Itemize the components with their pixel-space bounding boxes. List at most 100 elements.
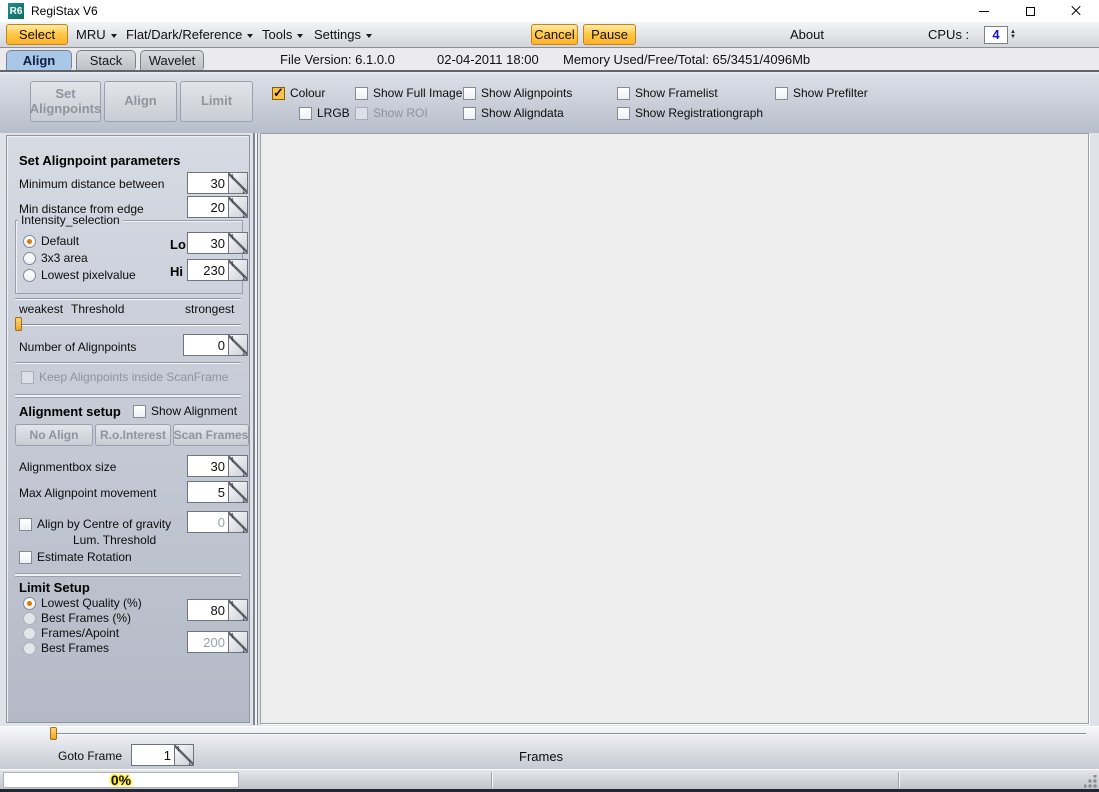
radio-selected-icon <box>23 234 36 248</box>
estimate-rotation-checkbox[interactable]: Estimate Rotation <box>19 550 132 564</box>
goto-frame-spinner[interactable] <box>131 743 194 767</box>
cpus-up-down-icon[interactable]: ▲ ▼ <box>1008 26 1018 44</box>
align-button[interactable]: Align <box>104 81 177 122</box>
spin-up-down-icon[interactable] <box>229 598 248 622</box>
menu-flat-dark-reference[interactable]: Flat/Dark/Reference <box>126 22 254 47</box>
resize-grip-icon[interactable] <box>1084 775 1097 788</box>
cpus-spinner[interactable]: 4 ▲ ▼ <box>984 26 1018 44</box>
lo-input[interactable] <box>187 232 229 254</box>
radio-best-frames-pct[interactable]: Best Frames (%) <box>23 611 131 625</box>
menu-tools[interactable]: Tools <box>262 22 304 47</box>
checkbox-icon <box>19 517 32 531</box>
frame-slider-track[interactable] <box>50 733 1086 735</box>
tab-wavelet[interactable]: Wavelet <box>140 50 204 70</box>
spin-up-down-icon[interactable] <box>229 333 248 357</box>
separator <box>15 362 241 364</box>
lo-label: Lo <box>170 237 186 252</box>
show-prefilter-checkbox[interactable]: Show Prefilter <box>775 86 868 100</box>
radio-icon <box>23 611 36 625</box>
show-registrationgraph-checkbox[interactable]: Show Registrationgraph <box>617 106 763 120</box>
min-distance-edge-input[interactable] <box>187 196 229 218</box>
best-frames-spinner[interactable] <box>187 630 248 654</box>
cpus-value[interactable]: 4 <box>984 26 1008 44</box>
show-aligndata-checkbox[interactable]: Show Aligndata <box>463 106 564 120</box>
alignmentbox-size-input[interactable] <box>187 455 229 477</box>
show-alignpoints-checkbox[interactable]: Show Alignpoints <box>463 86 572 100</box>
select-button[interactable]: Select <box>6 24 68 45</box>
show-full-image-checkbox[interactable]: Show Full Image <box>355 86 462 100</box>
spin-up-down-icon[interactable] <box>229 195 248 219</box>
max-alignpoint-movement-spinner[interactable] <box>187 480 248 504</box>
minimize-button[interactable] <box>961 0 1007 22</box>
centre-of-gravity-input[interactable] <box>187 511 229 533</box>
file-date-text: 02-04-2011 18:00 <box>437 52 539 67</box>
show-alignment-checkbox[interactable]: Show Alignment <box>133 404 237 418</box>
menu-settings[interactable]: Settings <box>314 22 372 47</box>
lum-threshold-label: Lum. Threshold <box>73 533 157 547</box>
centre-of-gravity-spinner[interactable] <box>187 510 248 534</box>
window-controls <box>961 0 1099 22</box>
radio-best-frames[interactable]: Best Frames <box>23 641 109 655</box>
goto-frame-input[interactable] <box>131 744 175 766</box>
radio-3x3-area[interactable]: 3x3 area <box>23 251 88 265</box>
spin-up-down-icon[interactable] <box>175 743 194 767</box>
file-version-text: File Version: 6.1.0.0 <box>280 52 395 67</box>
separator <box>15 573 241 577</box>
pause-button[interactable]: Pause <box>583 24 636 45</box>
checkbox-icon <box>775 86 788 100</box>
lowest-quality-input[interactable] <box>187 599 229 621</box>
image-canvas[interactable] <box>260 133 1089 724</box>
radio-icon <box>23 251 36 265</box>
min-distance-between-input[interactable] <box>187 172 229 194</box>
roi-interest-button[interactable]: R.o.Interest <box>95 424 171 446</box>
radio-lowest-quality[interactable]: Lowest Quality (%) <box>23 596 142 610</box>
centre-of-gravity-checkbox[interactable]: Align by Centre of gravity <box>19 517 171 531</box>
radio-frames-apoint[interactable]: Frames/Apoint <box>23 626 119 640</box>
spin-up-down-icon[interactable] <box>229 630 248 654</box>
min-distance-between-spinner[interactable] <box>187 171 248 195</box>
maximize-button[interactable] <box>1007 0 1053 22</box>
spin-up-down-icon[interactable] <box>229 258 248 282</box>
hi-spinner[interactable] <box>187 258 248 282</box>
menu-about[interactable]: About <box>790 22 824 47</box>
checkbox-icon <box>19 550 32 564</box>
lowest-quality-spinner[interactable] <box>187 598 248 622</box>
chevron-down-icon <box>365 33 372 38</box>
close-button[interactable] <box>1053 0 1099 22</box>
set-alignpoints-button[interactable]: Set Alignpoints <box>30 81 101 122</box>
separator <box>15 298 241 300</box>
panel-splitter[interactable] <box>253 133 258 725</box>
number-of-alignpoints-spinner[interactable] <box>183 333 248 357</box>
spin-up-down-icon[interactable] <box>229 231 248 255</box>
scan-frames-button[interactable]: Scan Frames <box>173 424 249 446</box>
frame-slider-thumb[interactable] <box>50 727 57 740</box>
number-of-alignpoints-input[interactable] <box>183 334 229 356</box>
radio-lowest-pixelvalue[interactable]: Lowest pixelvalue <box>23 268 136 282</box>
lo-spinner[interactable] <box>187 231 248 255</box>
separator <box>15 394 241 398</box>
best-frames-input[interactable] <box>187 631 229 653</box>
threshold-slider-thumb[interactable] <box>15 317 22 331</box>
alignmentbox-size-spinner[interactable] <box>187 454 248 478</box>
tab-align[interactable]: Align <box>6 50 72 70</box>
checkbox-checked-icon <box>272 85 285 101</box>
limit-button[interactable]: Limit <box>180 81 253 122</box>
menu-mru[interactable]: MRU <box>76 22 117 47</box>
cancel-button[interactable]: Cancel <box>531 24 578 45</box>
min-distance-edge-spinner[interactable] <box>187 195 248 219</box>
radio-default[interactable]: Default <box>23 234 79 248</box>
checkbox-icon <box>133 404 146 418</box>
lrgb-checkbox[interactable]: LRGB <box>299 106 350 120</box>
spin-up-down-icon[interactable] <box>229 171 248 195</box>
threshold-slider-track[interactable] <box>15 324 241 326</box>
spin-up-down-icon[interactable] <box>229 510 248 534</box>
spin-up-down-icon[interactable] <box>229 454 248 478</box>
progress-bar: 0% <box>3 772 239 788</box>
no-align-button[interactable]: No Align <box>15 424 93 446</box>
max-alignpoint-movement-input[interactable] <box>187 481 229 503</box>
hi-input[interactable] <box>187 259 229 281</box>
spin-up-down-icon[interactable] <box>229 480 248 504</box>
colour-checkbox[interactable]: Colour <box>272 85 325 101</box>
tab-stack[interactable]: Stack <box>76 50 136 70</box>
show-framelist-checkbox[interactable]: Show Framelist <box>617 86 718 100</box>
